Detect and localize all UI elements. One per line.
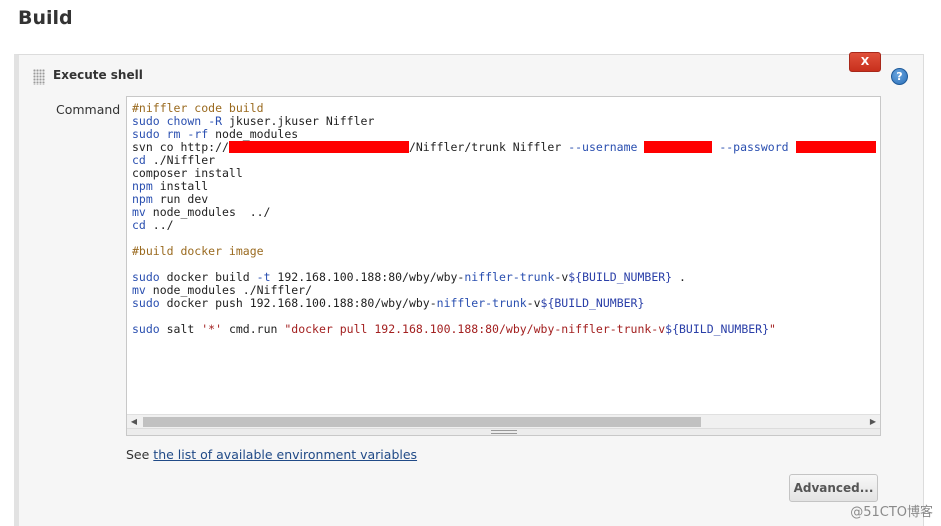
code-line: #build docker image [132, 245, 876, 258]
code-line: npm install [132, 180, 876, 193]
scroll-right-icon[interactable]: ▶ [866, 415, 880, 429]
code-token: ${BUILD_NUMBER} [568, 270, 673, 284]
code-token: salt [159, 322, 202, 336]
code-token: node_modules [208, 127, 299, 141]
code-token: niffler-trunk [436, 296, 527, 310]
redacted-text [228, 141, 409, 153]
grip-icon[interactable] [491, 430, 517, 434]
command-label: Command [56, 102, 121, 117]
code-token: -rf [187, 127, 209, 141]
drag-handle-icon[interactable] [33, 69, 45, 85]
code-line: sudo docker push 192.168.100.188:80/wby/… [132, 297, 876, 310]
code-token: --password [719, 140, 789, 154]
code-token: node_modules ../ [145, 205, 271, 219]
code-token: #build docker image [132, 244, 264, 258]
command-textarea[interactable]: #niffler code build sudo chown -R jkuser.… [126, 96, 881, 436]
watermark: @51CTO博客 [850, 505, 933, 520]
code-token: run dev [152, 192, 209, 206]
code-token: --username [568, 140, 638, 154]
code-line: cd ../ [132, 219, 876, 232]
code-token: /Niffler/trunk Niffler [408, 140, 569, 154]
code-token: '*' [201, 322, 223, 336]
code-line: cd ./Niffler [132, 154, 876, 167]
command-code[interactable]: #niffler code build sudo chown -R jkuser.… [132, 102, 876, 336]
code-token: ./Niffler [145, 153, 216, 167]
code-token: #niffler code build [132, 101, 264, 115]
code-token: -t [256, 270, 271, 284]
code-token: niffler-trunk [464, 270, 555, 284]
code-token: sudo [132, 270, 160, 284]
code-token: docker push 192.168.100.188:80/wby/wby- [159, 296, 437, 310]
code-token: npm [132, 179, 153, 193]
delete-step-button[interactable]: X [849, 52, 881, 72]
code-token: ${BUILD_NUMBER} [540, 296, 645, 310]
code-token: sudo chown [132, 114, 202, 128]
code-token: node_modules ./Niffler/ [145, 283, 313, 297]
redacted-text [795, 141, 876, 153]
page-title: Build [18, 7, 73, 29]
code-token: . [672, 270, 686, 284]
code-token: -R [208, 114, 223, 128]
env-vars-link[interactable]: the list of available environment variab… [153, 447, 417, 462]
code-token: ${BUILD_NUMBER} [665, 322, 770, 336]
see-prefix: See [126, 447, 154, 462]
redacted-text [644, 141, 713, 153]
code-token: docker build [159, 270, 257, 284]
code-line: svn co http:// /Niffler/trunk Niffler --u… [132, 141, 876, 154]
code-token: mv [132, 283, 146, 297]
horizontal-scrollbar[interactable]: ◀ ▶ [127, 414, 880, 428]
code-token: sudo [132, 296, 160, 310]
code-token: npm [132, 192, 153, 206]
code-token: cd [132, 153, 146, 167]
code-token: jkuser.jkuser Niffler [222, 114, 375, 128]
code-line: mv node_modules ../ [132, 206, 876, 219]
code-token: "docker pull 192.168.100.188:80/wby/wby-… [284, 322, 666, 336]
code-token: composer install [132, 166, 243, 180]
code-token: install [152, 179, 209, 193]
code-token: -v [526, 296, 541, 310]
help-icon[interactable]: ? [891, 68, 908, 85]
code-token: cd [132, 218, 146, 232]
code-token: cmd.run [222, 322, 285, 336]
code-token: ../ [145, 218, 174, 232]
advanced-button[interactable]: Advanced... [789, 474, 878, 502]
code-line: composer install [132, 167, 876, 180]
code-token: sudo rm [132, 127, 181, 141]
code-token: -v [554, 270, 569, 284]
code-token: " [769, 322, 776, 336]
code-token: mv [132, 205, 146, 219]
code-line: sudo salt '*' cmd.run "docker pull 192.1… [132, 323, 876, 336]
scroll-left-icon[interactable]: ◀ [127, 415, 141, 429]
step-title: Execute shell [53, 68, 143, 82]
code-token: svn co http:// [132, 140, 229, 154]
code-token: sudo [132, 322, 160, 336]
textarea-resize-handle[interactable] [127, 428, 880, 435]
env-vars-hint: See the list of available environment va… [126, 447, 417, 462]
code-token: 192.168.100.188:80/wby/wby- [270, 270, 465, 284]
scrollbar-thumb[interactable] [143, 417, 701, 427]
